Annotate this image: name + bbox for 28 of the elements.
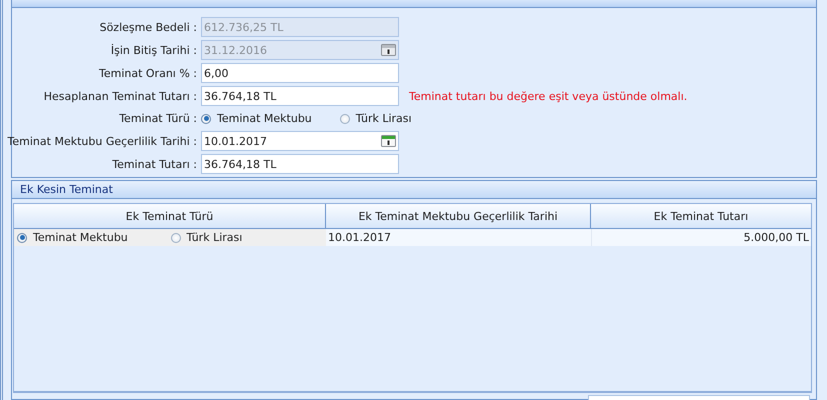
field-label: Teminat Türü : — [119, 112, 197, 125]
panel-title: Ek Kesin Teminat — [12, 181, 816, 199]
input-field[interactable]: 36.764,18 TL — [201, 86, 399, 106]
table-cell: 10.01.2017 — [326, 229, 591, 246]
calendar-icon[interactable] — [381, 135, 396, 147]
column-header[interactable]: Ek Teminat Türü — [14, 204, 326, 228]
table-cell: 5.000,00 TL — [591, 229, 811, 246]
total-field[interactable] — [588, 395, 810, 400]
radio-button[interactable] — [170, 232, 180, 242]
field-label: İşin Bitiş Tarihi : — [110, 44, 197, 56]
date-field[interactable]: 10.01.2017 — [201, 131, 399, 151]
input-field[interactable]: 6,00 — [201, 63, 399, 83]
column-header[interactable]: Ek Teminat Mektubu Geçerlilik Tarihi — [326, 204, 591, 228]
field-label: Sözleşme Bedeli : — [100, 20, 197, 34]
radio-label[interactable]: Teminat Mektubu — [33, 231, 128, 244]
radio-button[interactable] — [340, 114, 350, 124]
input-field[interactable]: 36.764,18 TL — [201, 154, 399, 174]
radio-label[interactable]: Türk Lirası — [186, 231, 242, 244]
field-label: Hesaplanan Teminat Tutarı : — [44, 90, 197, 102]
radio-label[interactable]: Türk Lirası — [356, 112, 412, 125]
column-header[interactable]: Ek Teminat Tutarı — [591, 204, 811, 228]
field-label: Teminat Mektubu Geçerlilik Tarihi : — [8, 134, 197, 148]
field-label: Teminat Oranı % : — [98, 66, 197, 80]
radio-label[interactable]: Teminat Mektubu — [217, 112, 312, 125]
radio-button[interactable] — [17, 232, 27, 242]
validation-message: Teminat tutarı bu değere eşit veya üstünde olmalı. — [408, 90, 688, 102]
radio-button[interactable] — [201, 114, 211, 124]
field-label: Teminat Tutarı : — [112, 158, 197, 170]
